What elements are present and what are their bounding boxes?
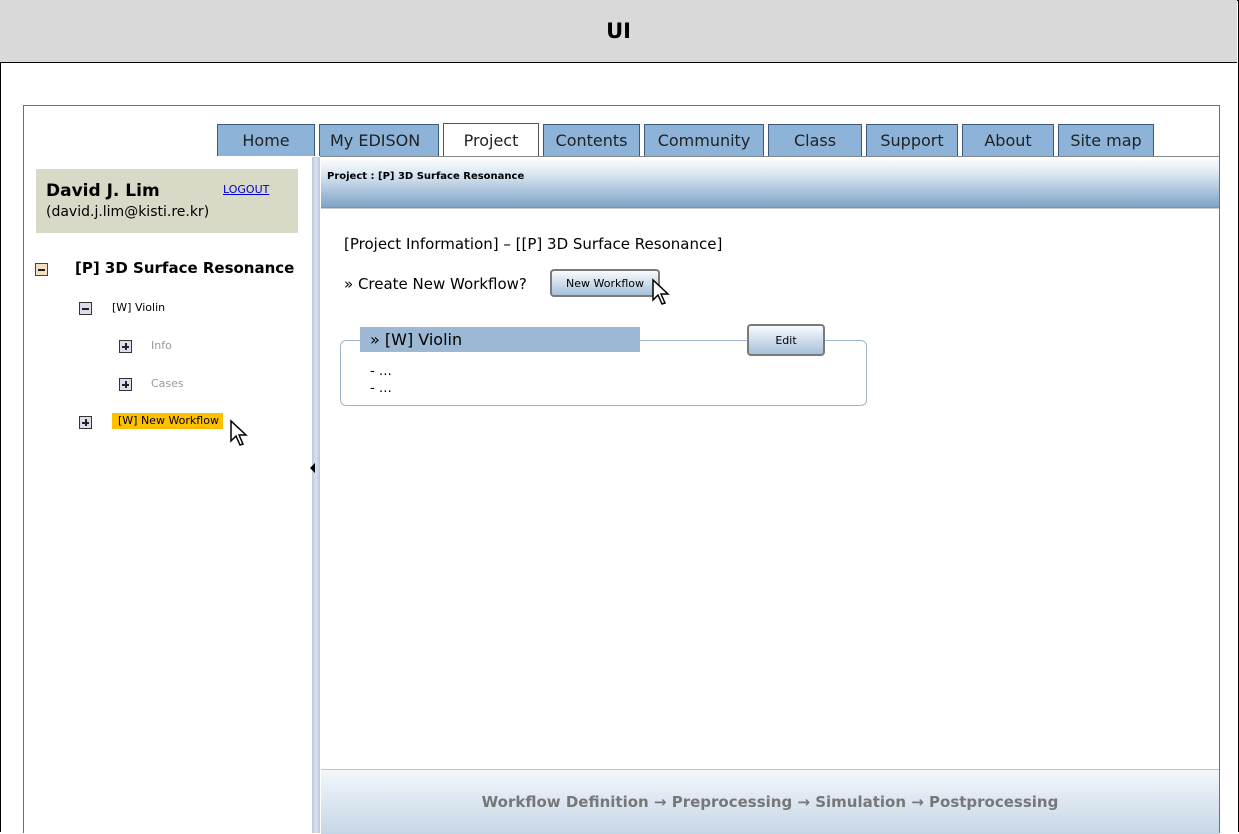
user-name: David J. Lim — [46, 181, 160, 201]
new-workflow-button[interactable]: New Workflow — [550, 269, 660, 297]
collapse-workflow-icon[interactable] — [79, 302, 92, 315]
page-title-bar: UI — [0, 0, 1237, 63]
collapse-arrow-icon[interactable] — [310, 463, 315, 473]
app-window: Home My EDISON Project Contents Communit… — [23, 105, 1220, 834]
tab-project[interactable]: Project — [443, 123, 539, 157]
new-workflow-button-label: New Workflow — [566, 276, 644, 290]
tab-class[interactable]: Class — [768, 124, 862, 156]
tab-label: Project — [463, 131, 519, 150]
main-body: [Project Information] – [[P] 3D Surface … — [321, 208, 1219, 769]
create-workflow-question: » Create New Workflow? — [344, 275, 527, 293]
main-header-title: Project : [P] 3D Surface Resonance — [327, 171, 525, 182]
tab-label: Support — [880, 131, 944, 150]
tree-cases[interactable]: Cases — [151, 377, 184, 390]
logout-link[interactable]: LOGOUT — [223, 183, 269, 196]
collapse-project-icon[interactable] — [35, 263, 48, 276]
tab-my-edison[interactable]: My EDISON — [319, 124, 439, 156]
tab-community[interactable]: Community — [644, 124, 764, 156]
tab-label: Home — [242, 131, 290, 150]
workflow-steps: Workflow Definition → Preprocessing → Si… — [481, 793, 1059, 811]
edit-button[interactable]: Edit — [747, 324, 825, 356]
workflow-steps-footer: Workflow Definition → Preprocessing → Si… — [321, 769, 1219, 834]
mouse-cursor-icon — [230, 419, 248, 446]
user-box: David J. Lim LOGOUT (david.j.lim@kisti.r… — [36, 169, 298, 233]
panel-splitter[interactable] — [312, 157, 320, 833]
workflow-line-1: - … — [370, 364, 392, 379]
mouse-cursor-icon — [652, 278, 670, 305]
expand-new-workflow-icon[interactable] — [79, 416, 92, 429]
project-information: [Project Information] – [[P] 3D Surface … — [344, 235, 723, 253]
main-panel: Project : [P] 3D Surface Resonance [Proj… — [321, 157, 1219, 834]
tab-label: Community — [657, 131, 751, 150]
tab-label: Contents — [555, 131, 628, 150]
tab-label: Class — [793, 131, 837, 150]
main-header: Project : [P] 3D Surface Resonance — [321, 157, 1219, 208]
tab-about[interactable]: About — [962, 124, 1054, 156]
workflow-title-bar[interactable]: » [W] Violin — [360, 327, 640, 352]
tab-label: My EDISON — [330, 131, 421, 150]
expand-info-icon[interactable] — [119, 340, 132, 353]
workflow-line-2: - … — [370, 381, 392, 396]
edit-button-label: Edit — [775, 333, 797, 347]
nav-tabs: Home My EDISON Project Contents Communit… — [217, 123, 1158, 158]
workflow-title: » [W] Violin — [370, 330, 463, 349]
tree-info[interactable]: Info — [151, 339, 172, 352]
tab-site-map[interactable]: Site map — [1058, 124, 1154, 156]
tab-contents[interactable]: Contents — [543, 124, 640, 156]
tab-support[interactable]: Support — [866, 124, 958, 156]
page-title: UI — [606, 19, 631, 43]
tree-workflow-violin[interactable]: [W] Violin — [112, 301, 165, 314]
user-email: (david.j.lim@kisti.re.kr) — [46, 204, 210, 220]
tab-label: Site map — [1070, 131, 1142, 150]
tree-new-workflow[interactable]: [W] New Workflow — [112, 413, 223, 429]
tab-home[interactable]: Home — [217, 124, 315, 156]
left-panel: David J. Lim LOGOUT (david.j.lim@kisti.r… — [24, 157, 313, 833]
expand-cases-icon[interactable] — [119, 378, 132, 391]
tree-project[interactable]: [P] 3D Surface Resonance — [75, 259, 294, 277]
tab-label: About — [984, 131, 1032, 150]
